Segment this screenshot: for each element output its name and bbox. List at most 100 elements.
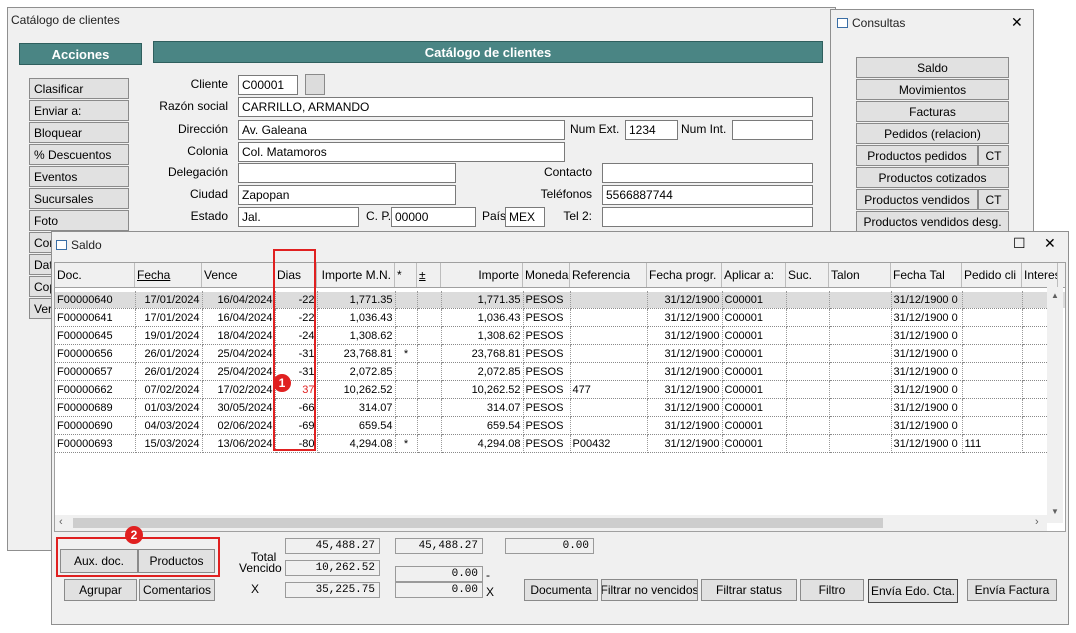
action-button-2[interactable]: Bloquear	[29, 122, 129, 143]
cell-pm	[417, 291, 442, 309]
consultas-button-6[interactable]: Productos vendidos	[856, 189, 978, 210]
table-row[interactable]: F00000662 07/02/2024 17/02/2024 37 10,262.52…	[55, 380, 1059, 399]
scroll-down-icon[interactable]: ▼	[1051, 507, 1059, 516]
column-header-moneda[interactable]: Moneda	[523, 263, 570, 287]
cell-importe-mn: 2,072.85	[317, 362, 396, 381]
column-header-suc[interactable]: Suc.	[786, 263, 829, 287]
filtrar-status-button[interactable]: Filtrar status	[701, 579, 797, 601]
column-header-vence[interactable]: Vence	[202, 263, 275, 287]
consultas-ct-button-6[interactable]: CT	[978, 189, 1009, 210]
cell-moneda: PESOS	[523, 380, 571, 399]
envia-edo-cta-button[interactable]: Envía Edo. Cta.	[868, 579, 958, 603]
cell-fecha-progr: 31/12/1900	[647, 416, 723, 435]
consultas-close-icon[interactable]: ✕	[1011, 14, 1023, 31]
action-button-1[interactable]: Enviar a:	[29, 100, 129, 121]
razon-social-field[interactable]: CARRILLO, ARMANDO	[238, 97, 813, 117]
column-header-star[interactable]: *	[395, 263, 417, 287]
cell-talon	[829, 380, 892, 399]
column-header-importe[interactable]: Importe	[441, 263, 523, 287]
agrupar-button[interactable]: Agrupar	[64, 579, 137, 601]
column-header-referencia[interactable]: Referencia	[570, 263, 647, 287]
consultas-ct-button-4[interactable]: CT	[978, 145, 1009, 166]
table-row[interactable]: F00000641 17/01/2024 16/04/2024 -22 1,036.43…	[55, 308, 1059, 327]
estado-field[interactable]: Jal.	[238, 207, 359, 227]
vencido-mn-value: 10,262.52	[285, 560, 380, 576]
tel2-field[interactable]	[602, 207, 813, 227]
scroll-thumb[interactable]	[73, 518, 883, 528]
num-ext-field[interactable]: 1234	[625, 120, 678, 140]
pais-label: País	[482, 209, 507, 223]
direccion-label: Dirección	[177, 122, 228, 136]
cell-suc	[786, 434, 830, 453]
cell-star	[395, 326, 418, 345]
cell-vence: 18/04/2024	[202, 326, 276, 345]
contacto-field[interactable]	[602, 163, 813, 183]
consultas-button-3[interactable]: Pedidos (relacion)	[856, 123, 1009, 144]
scroll-up-icon[interactable]: ▲	[1051, 291, 1059, 300]
table-row[interactable]: F00000645 19/01/2024 18/04/2024 -24 1,308.62…	[55, 326, 1059, 345]
table-row[interactable]: F00000690 04/03/2024 02/06/2024 -69 659.54 65…	[55, 416, 1059, 435]
cell-vence: 16/04/2024	[202, 291, 276, 309]
cliente-field[interactable]: C00001	[238, 75, 298, 95]
column-header-pm[interactable]: ±	[417, 263, 441, 287]
cell-fecha-tal: 31/12/1900 0	[891, 434, 963, 453]
table-row[interactable]: F00000689 01/03/2024 30/05/2024 -66 314.07 31…	[55, 398, 1059, 417]
column-header-doc[interactable]: Doc.	[55, 263, 135, 287]
cell-aplicar: C00001	[722, 362, 787, 381]
column-header-interes[interactable]: Interes	[1022, 263, 1058, 287]
annotation-badge-1: 1	[273, 374, 291, 392]
action-button-0[interactable]: Clasificar	[29, 78, 129, 99]
cell-pm	[417, 362, 442, 381]
cell-importe-mn: 1,308.62	[317, 326, 396, 345]
table-row[interactable]: F00000693 15/03/2024 13/06/2024 -80 4,294.08…	[55, 434, 1059, 453]
cell-referencia	[570, 398, 648, 417]
action-button-6[interactable]: Foto	[29, 210, 129, 231]
cell-fecha-tal: 31/12/1900 0	[891, 362, 963, 381]
column-header-fecha-progr[interactable]: Fecha progr.	[647, 263, 722, 287]
ciudad-field[interactable]: Zapopan	[238, 185, 456, 205]
saldo-maximize-icon[interactable]: ☐	[1013, 235, 1026, 252]
column-header-importe-mn[interactable]: Importe M.N.	[317, 263, 395, 287]
column-header-aplicar[interactable]: Aplicar a:	[722, 263, 786, 287]
cell-pm	[417, 308, 442, 327]
scroll-left-icon[interactable]: ‹	[59, 516, 63, 528]
comentarios-button[interactable]: Comentarios	[139, 579, 215, 601]
column-header-fecha-tal[interactable]: Fecha Tal	[891, 263, 962, 287]
consultas-button-2[interactable]: Facturas	[856, 101, 1009, 122]
num-int-field[interactable]	[732, 120, 813, 140]
consultas-button-1[interactable]: Movimientos	[856, 79, 1009, 100]
cell-pedido	[962, 362, 1023, 381]
saldo-close-icon[interactable]: ✕	[1044, 235, 1056, 252]
column-header-fecha[interactable]: Fecha	[135, 263, 202, 287]
cp-field[interactable]: 00000	[391, 207, 476, 227]
consultas-button-4[interactable]: Productos pedidos	[856, 145, 978, 166]
action-button-5[interactable]: Sucursales	[29, 188, 129, 209]
action-button-4[interactable]: Eventos	[29, 166, 129, 187]
table-row[interactable]: F00000657 26/01/2024 25/04/2024 -31 2,072.85…	[55, 362, 1059, 381]
telefonos-field[interactable]: 5566887744	[602, 185, 813, 205]
action-button-3[interactable]: % Descuentos	[29, 144, 129, 165]
direccion-field[interactable]: Av. Galeana	[238, 120, 565, 140]
envia-factura-button[interactable]: Envía Factura	[967, 579, 1057, 601]
table-row[interactable]: F00000640 17/01/2024 16/04/2024 -22 1,771.35…	[55, 291, 1059, 309]
column-header-pedido[interactable]: Pedido cli	[962, 263, 1022, 287]
grid-horizontal-scrollbar[interactable]: ‹ ›	[55, 515, 1047, 531]
filtro-button[interactable]: Filtro	[800, 579, 864, 601]
consultas-window: Consultas ✕ Saldo Movimientos Facturas Pedi…	[830, 9, 1034, 233]
grid-vertical-scrollbar[interactable]: ▲ ▼	[1047, 287, 1063, 523]
consultas-button-0[interactable]: Saldo	[856, 57, 1009, 78]
documenta-button[interactable]: Documenta	[524, 579, 598, 601]
cell-pm	[417, 398, 442, 417]
cliente-lookup-button[interactable]	[305, 74, 325, 95]
scroll-right-icon[interactable]: ›	[1035, 516, 1039, 528]
consultas-button-5[interactable]: Productos cotizados	[856, 167, 1009, 188]
cell-talon	[829, 398, 892, 417]
consultas-button-7[interactable]: Productos vendidos desg.	[856, 211, 1009, 232]
filtrar-no-vencidos-button[interactable]: Filtrar no vencidos	[601, 579, 698, 601]
cell-vence: 25/04/2024	[202, 344, 276, 363]
table-row[interactable]: F00000656 26/01/2024 25/04/2024 -31 23,768.8…	[55, 344, 1059, 363]
delegacion-field[interactable]	[238, 163, 456, 183]
colonia-field[interactable]: Col. Matamoros	[238, 142, 565, 162]
column-header-talon[interactable]: Talon	[829, 263, 891, 287]
cell-pm	[417, 434, 442, 453]
